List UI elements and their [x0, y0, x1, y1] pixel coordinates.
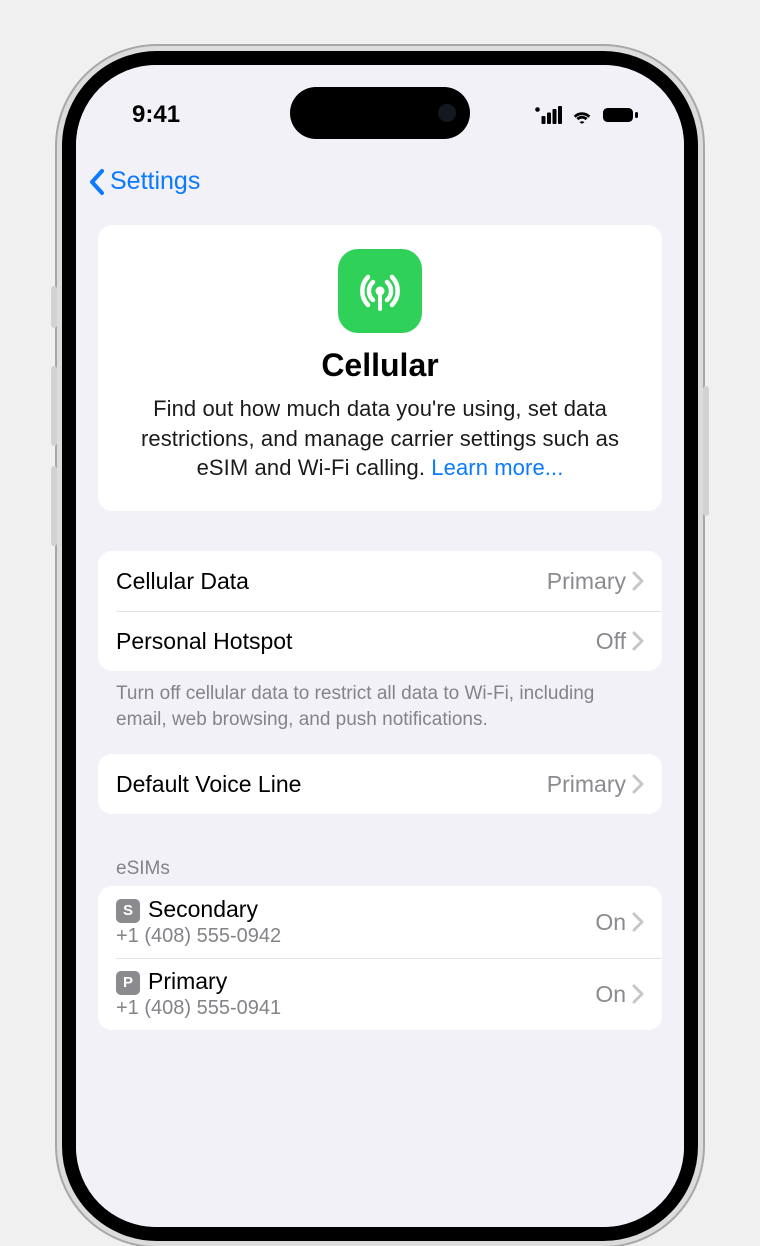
chevron-left-icon [88, 168, 106, 196]
nav-back[interactable]: Settings [76, 157, 684, 212]
learn-more-link[interactable]: Learn more... [431, 455, 563, 480]
row-label: Default Voice Line [116, 771, 547, 798]
cellular-signal-icon [534, 106, 562, 124]
row-default-voice-line[interactable]: Default Voice Line Primary [98, 754, 662, 814]
cellular-antenna-icon [338, 249, 422, 333]
sim-number: +1 (408) 555-0941 [116, 997, 595, 1020]
row-personal-hotspot[interactable]: Personal Hotspot Off [98, 611, 662, 671]
row-esim-secondary[interactable]: S Secondary +1 (408) 555-0942 On [98, 886, 662, 958]
row-value: Primary [547, 568, 626, 595]
phone-side-button [51, 286, 57, 328]
settings-group-voice: Default Voice Line Primary [98, 754, 662, 814]
group-footer-note: Turn off cellular data to restrict all d… [98, 671, 662, 732]
phone-mockup: 9:41 [57, 46, 703, 1246]
chevron-right-icon [632, 912, 644, 932]
sim-badge: S [116, 899, 140, 923]
nav-back-label: Settings [110, 167, 200, 196]
row-esim-primary[interactable]: P Primary +1 (408) 555-0941 On [98, 958, 662, 1030]
chevron-right-icon [632, 984, 644, 1004]
row-cellular-data[interactable]: Cellular Data Primary [98, 551, 662, 611]
phone-side-button [703, 386, 709, 516]
row-label: Personal Hotspot [116, 628, 596, 655]
page-title: Cellular [122, 347, 638, 384]
wifi-icon [570, 106, 594, 124]
status-time: 9:41 [132, 101, 180, 129]
hero-card: Cellular Find out how much data you're u… [98, 225, 662, 511]
dynamic-island [290, 87, 470, 139]
row-value: Primary [547, 771, 626, 798]
row-label: Cellular Data [116, 568, 547, 595]
row-value: Off [596, 628, 626, 655]
chevron-right-icon [632, 631, 644, 651]
row-value: On [595, 981, 626, 1008]
settings-group-esims: S Secondary +1 (408) 555-0942 On P [98, 886, 662, 1030]
section-header-esims: eSIMs [98, 814, 662, 886]
battery-icon [602, 106, 638, 124]
phone-side-button [51, 466, 57, 546]
settings-group-data: Cellular Data Primary Personal Hotspot O… [98, 551, 662, 671]
page-description: Find out how much data you're using, set… [122, 394, 638, 483]
chevron-right-icon [632, 774, 644, 794]
sim-number: +1 (408) 555-0942 [116, 925, 595, 948]
sim-badge: P [116, 971, 140, 995]
screen: 9:41 [76, 65, 684, 1227]
sim-name: Primary [148, 968, 227, 995]
chevron-right-icon [632, 571, 644, 591]
row-value: On [595, 909, 626, 936]
sim-name: Secondary [148, 896, 258, 923]
phone-side-button [51, 366, 57, 446]
